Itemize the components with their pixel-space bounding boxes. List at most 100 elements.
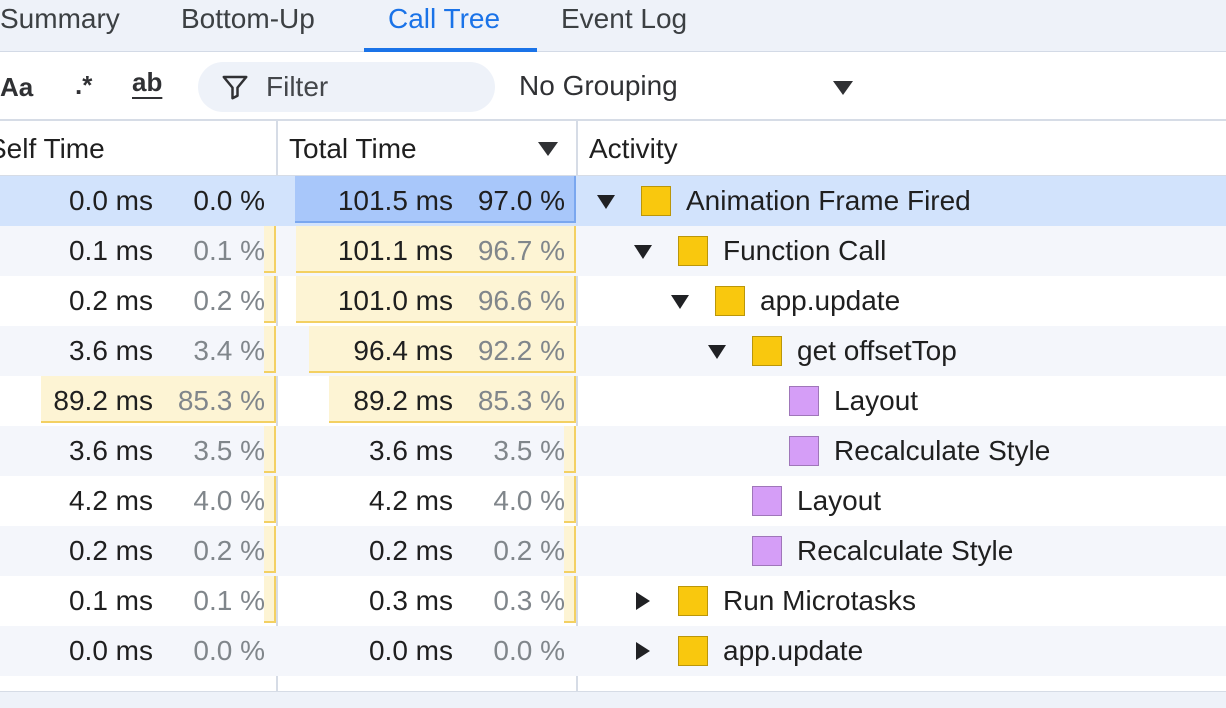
self-time-pct: 85.3 % bbox=[177, 385, 265, 416]
grouping-select[interactable]: No Grouping bbox=[519, 69, 678, 103]
activity-name: Recalculate Style bbox=[834, 435, 1051, 466]
total-time-pct: 0.2 % bbox=[493, 535, 565, 566]
toolbar: Aa .* ab Filter No Grouping bbox=[0, 53, 1226, 121]
category-swatch bbox=[789, 436, 819, 466]
tab-bottom-up[interactable]: Bottom-Up bbox=[181, 0, 315, 52]
filter-icon bbox=[222, 75, 248, 100]
filter-input[interactable]: Filter bbox=[198, 62, 495, 112]
table-row[interactable]: 0.0 ms 0.0 % 0.0 ms 0.0 % app.update bbox=[0, 626, 1226, 676]
expand-toggle-icon[interactable] bbox=[636, 642, 650, 660]
tab-summary[interactable]: Summary bbox=[0, 0, 120, 52]
self-time-bar bbox=[264, 226, 276, 273]
total-time-pct: 92.2 % bbox=[477, 335, 565, 366]
self-time-ms: 4.2 ms bbox=[68, 485, 153, 516]
self-time-pct: 0.2 % bbox=[193, 285, 265, 316]
self-time-ms: 0.2 ms bbox=[68, 535, 153, 566]
total-time-pct: 96.7 % bbox=[477, 235, 565, 266]
self-time-header[interactable]: Self Time bbox=[0, 121, 105, 176]
grouping-dropdown-caret-icon[interactable] bbox=[833, 81, 853, 95]
sort-descending-icon bbox=[538, 142, 558, 156]
table-row[interactable]: 0.1 ms 0.1 % 0.3 ms 0.3 % Run Microtasks bbox=[0, 576, 1226, 626]
category-swatch bbox=[715, 286, 745, 316]
self-time-pct: 0.1 % bbox=[193, 585, 265, 616]
activity-name: Function Call bbox=[723, 235, 887, 266]
table-row[interactable]: 3.6 ms 3.5 % 3.6 ms 3.5 % Recalculate St… bbox=[0, 426, 1226, 476]
self-time-pct: 0.0 % bbox=[193, 185, 265, 216]
total-time-pct: 0.3 % bbox=[493, 585, 565, 616]
call-tree-rows: 0.0 ms 0.0 % 101.5 ms 97.0 % Animation F… bbox=[0, 176, 1226, 691]
tab-call-tree[interactable]: Call Tree bbox=[388, 0, 500, 52]
activity-header[interactable]: Activity bbox=[589, 121, 678, 176]
total-time-ms: 89.2 ms bbox=[353, 385, 453, 416]
category-swatch bbox=[789, 386, 819, 416]
self-time-bar bbox=[264, 426, 276, 473]
self-time-bar bbox=[264, 526, 276, 573]
total-time-bar bbox=[564, 426, 576, 473]
expand-toggle-icon[interactable] bbox=[634, 245, 652, 259]
total-time-pct: 85.3 % bbox=[477, 385, 565, 416]
self-time-ms: 3.6 ms bbox=[68, 435, 153, 466]
total-time-header[interactable]: Total Time bbox=[289, 121, 417, 176]
tab-event-log[interactable]: Event Log bbox=[561, 0, 687, 52]
self-time-pct: 4.0 % bbox=[193, 485, 265, 516]
total-time-pct: 96.6 % bbox=[477, 285, 565, 316]
match-case-button[interactable]: Aa bbox=[0, 70, 33, 104]
total-time-pct: 4.0 % bbox=[493, 485, 565, 516]
filter-placeholder: Filter bbox=[266, 71, 329, 102]
category-swatch bbox=[678, 236, 708, 266]
self-time-ms: 0.2 ms bbox=[68, 285, 153, 316]
table-header: Self Time Total Time Activity bbox=[0, 121, 1226, 176]
category-swatch bbox=[678, 586, 708, 616]
self-time-ms: 89.2 ms bbox=[53, 385, 153, 416]
total-time-bar bbox=[564, 526, 576, 573]
activity-name: Animation Frame Fired bbox=[686, 185, 971, 216]
total-time-bar bbox=[564, 576, 576, 623]
self-time-ms: 0.1 ms bbox=[68, 585, 153, 616]
total-time-pct: 97.0 % bbox=[477, 185, 565, 216]
total-time-ms: 0.0 ms bbox=[368, 635, 453, 666]
expand-toggle-icon[interactable] bbox=[597, 195, 615, 209]
self-time-bar bbox=[264, 476, 276, 523]
total-time-ms: 4.2 ms bbox=[368, 485, 453, 516]
expand-toggle-icon[interactable] bbox=[671, 295, 689, 309]
total-time-ms: 101.1 ms bbox=[337, 235, 453, 266]
activity-name: Run Microtasks bbox=[723, 585, 916, 616]
activity-name: app.update bbox=[760, 285, 901, 316]
category-swatch bbox=[752, 486, 782, 516]
category-swatch bbox=[752, 536, 782, 566]
activity-name: Recalculate Style bbox=[797, 535, 1014, 566]
table-row[interactable]: 3.6 ms 3.4 % 96.4 ms 92.2 % get offsetTo… bbox=[0, 326, 1226, 376]
category-swatch bbox=[752, 336, 782, 366]
self-time-pct: 0.1 % bbox=[193, 235, 265, 266]
expand-toggle-icon[interactable] bbox=[636, 592, 650, 610]
regex-button[interactable]: .* bbox=[75, 68, 92, 102]
table-row[interactable]: 0.0 ms 0.0 % 101.5 ms 97.0 % Animation F… bbox=[0, 176, 1226, 226]
expand-toggle-icon[interactable] bbox=[708, 345, 726, 359]
self-time-pct: 3.5 % bbox=[193, 435, 265, 466]
table-row[interactable]: 0.2 ms 0.2 % 0.2 ms 0.2 % Recalculate St… bbox=[0, 526, 1226, 576]
tab-bar: Summary Bottom-Up Call Tree Event Log bbox=[0, 0, 1226, 52]
table-row[interactable]: 89.2 ms 85.3 % 89.2 ms 85.3 % Layout bbox=[0, 376, 1226, 426]
self-time-pct: 3.4 % bbox=[193, 335, 265, 366]
activity-name: get offsetTop bbox=[797, 335, 957, 366]
total-time-ms: 101.0 ms bbox=[337, 285, 453, 316]
total-time-ms: 101.5 ms bbox=[337, 185, 453, 216]
category-swatch bbox=[641, 186, 671, 216]
self-time-pct: 0.0 % bbox=[193, 635, 265, 666]
self-time-pct: 0.2 % bbox=[193, 535, 265, 566]
table-row[interactable]: 0.1 ms 0.1 % 101.1 ms 96.7 % Function Ca… bbox=[0, 226, 1226, 276]
table-row[interactable]: 0.2 ms 0.2 % 101.0 ms 96.6 % app.update bbox=[0, 276, 1226, 326]
self-time-ms: 0.0 ms bbox=[68, 185, 153, 216]
status-strip bbox=[0, 691, 1226, 708]
activity-name: Layout bbox=[834, 385, 919, 416]
total-time-ms: 0.3 ms bbox=[368, 585, 453, 616]
category-swatch bbox=[678, 636, 708, 666]
self-time-ms: 0.0 ms bbox=[68, 635, 153, 666]
self-time-ms: 3.6 ms bbox=[68, 335, 153, 366]
active-tab-indicator bbox=[364, 48, 537, 52]
activity-name: app.update bbox=[723, 635, 864, 666]
total-time-ms: 96.4 ms bbox=[353, 335, 453, 366]
activity-name: Layout bbox=[797, 485, 882, 516]
table-row[interactable]: 4.2 ms 4.0 % 4.2 ms 4.0 % Layout bbox=[0, 476, 1226, 526]
whole-word-button[interactable]: ab bbox=[132, 65, 162, 99]
